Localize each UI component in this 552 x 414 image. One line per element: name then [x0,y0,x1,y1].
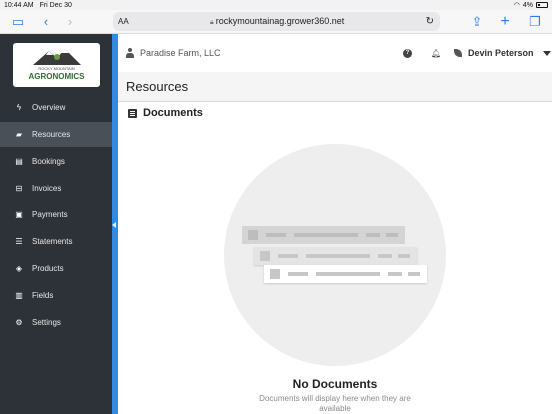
main-content: Paradise Farm, LLC ? 🔔︎ Devin Peterson R… [118,34,552,414]
sidebar-item-bookings[interactable]: ▤ Bookings [0,149,112,174]
chevron-down-icon [542,50,551,56]
sidebar-item-label: Resources [32,130,71,139]
user-name: Devin Peterson [468,48,534,58]
farm-selector[interactable]: Paradise Farm, LLC [126,48,221,58]
wifi-icon: ◠ [513,2,520,9]
empty-state-title: No Documents [292,377,378,391]
card-bar [278,254,298,258]
card-bar [386,233,398,237]
card-bar [378,254,392,258]
folder-icon: ▰ [15,129,23,139]
sidebar-item-statements[interactable]: ☰ Statements [0,229,112,254]
logo-line2: AGRONOMICS [29,72,86,81]
forward-icon[interactable]: › [62,14,78,30]
browser-toolbar: ▭ ‹ › AA 🔒︎ rockymountainag.grower360.net… [0,10,552,34]
book-icon: ▤ [15,156,23,166]
url-value: rockymountainag.grower360.net [215,16,345,26]
status-date: Fri Dec 30 [39,1,72,9]
sidebar-item-settings[interactable]: ⚙ Settings [0,310,112,335]
help-icon[interactable]: ? [403,49,412,58]
battery-percent: 4% [522,1,533,9]
card-bar [266,233,286,237]
bell-icon[interactable]: 🔔︎ [431,49,441,58]
sidebar-item-fields[interactable]: ▥ Fields [0,283,112,308]
sidebar-item-resources[interactable]: ▰ Resources [0,122,112,147]
payments-icon: ▣ [15,209,23,219]
card-bar [398,254,410,258]
card-square [248,230,258,240]
card-bar [388,272,402,276]
share-icon[interactable]: ⇪ [469,14,485,30]
inbox-icon: ⊟ [15,183,23,193]
gear-icon: ⚙ [15,317,23,327]
card-square [260,251,270,261]
farm-name: Paradise Farm, LLC [140,48,221,58]
address-bar[interactable]: AA 🔒︎ rockymountainag.grower360.net ↻ [113,12,440,31]
leaf-icon [454,49,462,57]
mountain-logo-icon: ROCKY MOUNTAIN AGRONOMICS [29,49,86,81]
document-icon [128,108,137,118]
illustration-card-back [242,226,405,244]
sidebar-item-label: Statements [32,237,73,246]
box-icon: ◈ [15,263,23,273]
lock-icon: 🔒︎ [209,19,214,26]
brand-logo[interactable]: ROCKY MOUNTAIN AGRONOMICS [13,43,100,87]
empty-state-subtitle: Documents will display here when they ar… [259,394,411,413]
documents-panel: No Documents Documents will display here… [118,124,552,414]
status-right: ◠ 4% [514,1,548,9]
documents-header: Documents [118,102,552,124]
sidebar-item-products[interactable]: ◈ Products [0,256,112,281]
reader-aa-button[interactable]: AA [118,17,129,26]
url-text[interactable]: 🔒︎ rockymountainag.grower360.net [129,16,426,27]
sidebar-item-overview[interactable]: ϟ Overview [0,95,112,120]
page-title: Resources [126,79,189,94]
card-bar [294,233,358,237]
status-time: 10:44 AM [4,1,34,9]
status-bar: 10:44 AM Fri Dec 30 ◠ 4% [0,0,552,10]
sidebar-item-label: Settings [32,318,61,327]
new-tab-icon[interactable]: + [497,14,513,30]
logo-line1: ROCKY MOUNTAIN [38,66,74,71]
sidebar-item-invoices[interactable]: ⊟ Invoices [0,176,112,201]
sidebar: ROCKY MOUNTAIN AGRONOMICS ϟ Overview ▰ R… [0,34,112,414]
sidebar-item-label: Overview [32,103,66,112]
sidebar-item-label: Fields [32,291,54,300]
battery-icon [536,2,548,8]
illustration-card-front [264,265,427,283]
user-menu[interactable]: Devin Peterson [454,48,551,58]
card-bar [306,254,370,258]
sidebar-item-payments[interactable]: ▣ Payments [0,202,112,227]
card-square [270,269,280,279]
sidebar-item-label: Invoices [32,184,62,193]
sidebar-item-label: Payments [32,210,68,219]
card-bar [288,272,308,276]
person-icon [126,48,134,58]
card-bar [408,272,420,276]
back-icon[interactable]: ‹ [38,14,54,30]
list-icon: ☰ [15,236,23,246]
card-bar [366,233,380,237]
sidebar-item-label: Products [32,264,64,273]
card-bar [316,272,380,276]
reload-icon[interactable]: ↻ [426,16,434,27]
tabs-icon[interactable]: ❐ [527,14,543,30]
map-icon: ▥ [15,290,23,300]
bolt-icon: ϟ [16,102,22,112]
illustration-card-middle [254,247,417,265]
top-header: Paradise Farm, LLC ? 🔔︎ Devin Peterson [118,34,552,72]
documents-title: Documents [143,107,203,119]
sidebar-item-label: Bookings [32,157,65,166]
sidebar-toggle-icon[interactable]: ▭ [10,14,26,30]
